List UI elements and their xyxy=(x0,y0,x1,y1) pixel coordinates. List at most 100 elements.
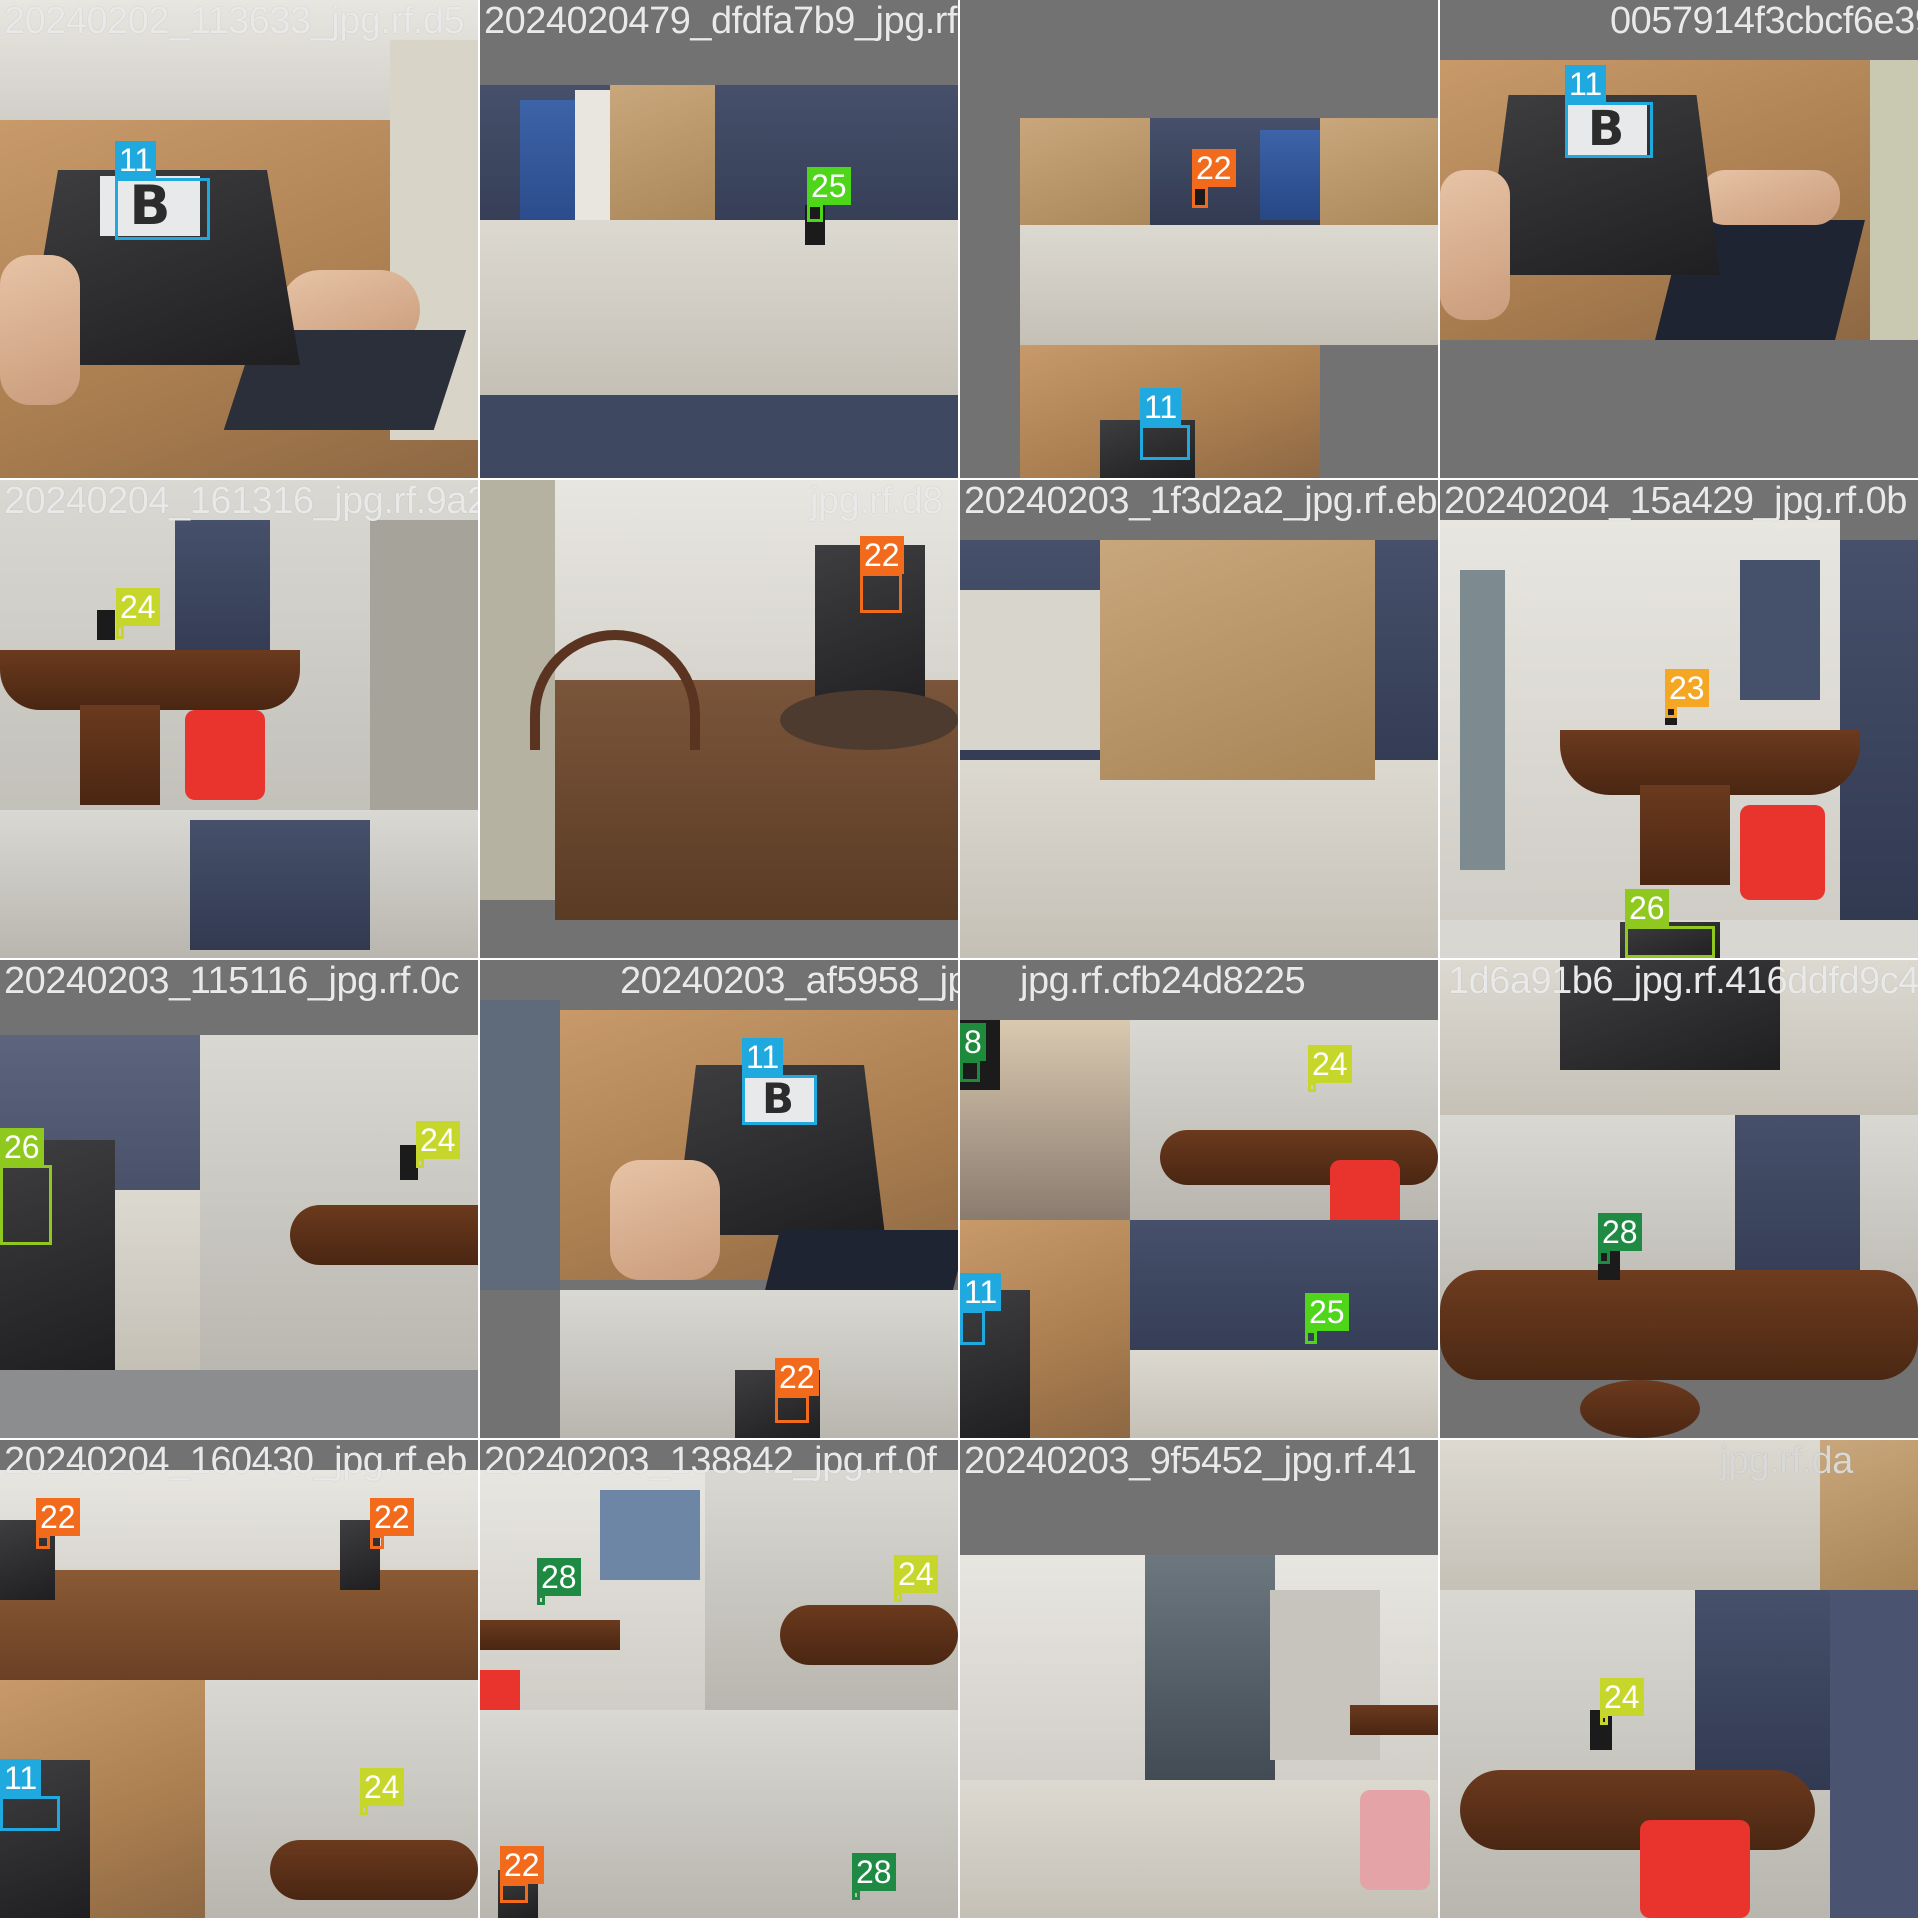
mosaic-tile: B 11 22 20240203_af5958_jpg.rf.ab xyxy=(480,960,958,1438)
class-label: 22 xyxy=(500,1846,544,1884)
bounding-box: 22 xyxy=(860,536,904,613)
image-caption: 20240203_115116_jpg.rf.0c xyxy=(4,960,460,1002)
floor xyxy=(960,760,1438,958)
image-caption: jpg.rf.da xyxy=(1720,1440,1853,1482)
mosaic-tile: 20240203_9f5452_jpg.rf.41 xyxy=(960,1440,1438,1918)
dining-table xyxy=(0,650,300,710)
class-label: 8 xyxy=(960,1023,986,1061)
class-label: 25 xyxy=(1305,1293,1349,1331)
wall xyxy=(1830,1590,1918,1918)
bounding-box: 25 xyxy=(807,167,851,222)
image-caption: 20240202_113633_jpg.rf.d5 xyxy=(4,0,465,42)
class-label: 24 xyxy=(116,588,160,626)
table-base xyxy=(80,705,160,805)
cardboard-box xyxy=(1320,118,1438,238)
dining-table xyxy=(1460,1770,1815,1850)
glass-door xyxy=(1145,1555,1275,1805)
image-caption: 20240204_160430_jpg.rf.eb xyxy=(4,1440,467,1482)
class-label: 28 xyxy=(537,1558,581,1596)
image-caption: 20240203_af5958_jpg.rf.ab xyxy=(620,960,958,1002)
mosaic-tile: 28 1d6a91b6_jpg.rf.416ddfd9c4 xyxy=(1440,960,1918,1438)
bounding-box: 23 xyxy=(1665,669,1709,718)
bounding-box: 24 xyxy=(360,1768,404,1815)
bounding-box: 11 xyxy=(742,1038,817,1125)
hand xyxy=(610,1160,720,1280)
bounding-box: 24 xyxy=(1600,1678,1644,1725)
class-label: 22 xyxy=(775,1358,819,1396)
mosaic-tile: 22 11 xyxy=(960,0,1438,478)
floor xyxy=(480,220,958,395)
class-label: 23 xyxy=(1665,669,1709,707)
bounding-box: 11 xyxy=(0,1759,60,1831)
red-stool xyxy=(185,710,265,800)
class-label: 11 xyxy=(0,1759,42,1797)
image-caption: jpg.rf.d8 xyxy=(810,480,943,522)
wall xyxy=(1870,60,1918,340)
bounding-box: 24 xyxy=(116,588,160,639)
class-label: 24 xyxy=(894,1555,938,1593)
floor xyxy=(1130,1350,1438,1438)
bounding-box: 11 xyxy=(960,1273,1002,1345)
person-arm xyxy=(1700,170,1840,225)
side-wall xyxy=(370,520,478,810)
mosaic-tile: 8 24 11 25 jpg.rf.cfb24d8225 xyxy=(960,960,1438,1438)
floor xyxy=(1020,225,1438,345)
bounding-box: 11 xyxy=(1140,388,1190,460)
class-label: 22 xyxy=(36,1498,80,1536)
window xyxy=(600,1490,700,1580)
dining-table xyxy=(1440,1270,1918,1380)
dining-table xyxy=(270,1840,478,1900)
image-caption: 20240203_9f5452_jpg.rf.41 xyxy=(964,1440,1417,1482)
class-label: 11 xyxy=(742,1038,784,1076)
window xyxy=(960,590,1100,750)
image-caption: 0057914f3cbcf6e39b08dce2 xyxy=(1610,0,1918,42)
bounding-box: 11 xyxy=(115,141,210,240)
image-caption: 2024020479_dfdfa7b9_jpg.rf.1f9202452014b… xyxy=(484,0,958,42)
image-caption: 1d6a91b6_jpg.rf.416ddfd9c4 xyxy=(1448,960,1918,1002)
bounding-box: 22 xyxy=(775,1358,819,1423)
mosaic-tile: 20240203_1f3d2a2_jpg.rf.eb xyxy=(960,480,1438,958)
mosaic-tile: 26 24 20240203_115116_jpg.rf.0c xyxy=(0,960,478,1438)
class-label: 24 xyxy=(360,1768,404,1806)
class-label: 24 xyxy=(1308,1045,1352,1083)
mosaic-tile: 24 20240204_161316_jpg.rf.9a2 xyxy=(0,480,478,958)
image-caption: 20240204_15a429_jpg.rf.0b xyxy=(1444,480,1907,522)
class-label: 28 xyxy=(1598,1213,1642,1251)
window-blinds xyxy=(1695,1590,1830,1790)
class-label: 26 xyxy=(1625,889,1669,927)
class-label: 22 xyxy=(370,1498,414,1536)
mosaic-tile: B 11 0057914f3cbcf6e39b08dce2 xyxy=(1440,0,1918,478)
lower-scene xyxy=(0,1370,478,1438)
bounding-box: 22 xyxy=(370,1498,414,1549)
class-label: 26 xyxy=(0,1128,44,1166)
class-label: 24 xyxy=(416,1121,460,1159)
dining-table xyxy=(480,1620,620,1650)
hand xyxy=(1440,170,1510,320)
class-label: 24 xyxy=(1600,1678,1644,1716)
image-caption: jpg.rf.cfb24d8225 xyxy=(1020,960,1306,1002)
mosaic-tile: 24 jpg.rf.da xyxy=(1440,1440,1918,1918)
class-label: 22 xyxy=(860,536,904,574)
mosaic-tile: 23 26 20240204_15a429_jpg.rf.0b xyxy=(1440,480,1918,958)
image-caption: 20240204_161316_jpg.rf.9a2 xyxy=(4,480,478,522)
class-label: 28 xyxy=(852,1853,896,1891)
door xyxy=(1460,570,1505,870)
image-caption: 20240203_138842_jpg.rf.0f xyxy=(484,1440,937,1482)
bounding-box: 24 xyxy=(1308,1045,1352,1092)
bounding-box: 28 xyxy=(537,1558,581,1605)
window xyxy=(1740,560,1820,700)
red-stool xyxy=(1640,1820,1750,1918)
mosaic-tile: 25 2024020479_dfdfa7b9_jpg.rf.1f92024520… xyxy=(480,0,958,478)
bounding-box: 24 xyxy=(894,1555,938,1602)
bounding-box: 24 xyxy=(416,1121,460,1168)
table-base xyxy=(1640,785,1730,885)
mosaic-tile: 22 22 11 24 20240204_160430_jpg.rf.eb xyxy=(0,1440,478,1918)
placemat xyxy=(780,690,958,750)
cardboard-box xyxy=(1100,540,1375,780)
class-label: 25 xyxy=(807,167,851,205)
class-label: 11 xyxy=(115,141,157,179)
class-label: 11 xyxy=(1565,65,1607,103)
hand xyxy=(0,255,80,405)
mosaic-tile: B 11 20240202_113633_jpg.rf.d5 xyxy=(0,0,478,478)
cardboard-box xyxy=(1020,118,1150,238)
